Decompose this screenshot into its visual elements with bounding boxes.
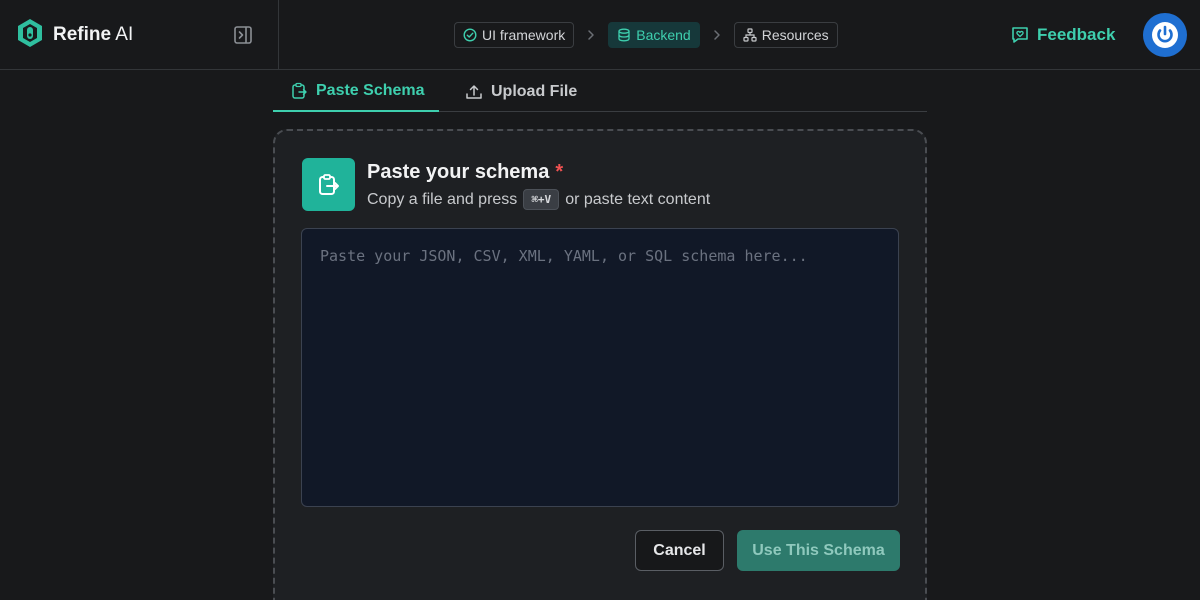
brand-name: Refine AI bbox=[53, 24, 134, 45]
sidebar-toggle-button[interactable] bbox=[232, 24, 254, 46]
avatar[interactable] bbox=[1143, 13, 1187, 57]
tab-label: Paste Schema bbox=[316, 82, 425, 99]
header-divider bbox=[278, 0, 279, 70]
power-icon bbox=[1152, 22, 1178, 48]
required-mark: * bbox=[555, 161, 564, 183]
schema-input[interactable] bbox=[301, 228, 899, 507]
tab-label: Upload File bbox=[491, 83, 578, 100]
cancel-button[interactable]: Cancel bbox=[635, 530, 724, 571]
use-schema-button[interactable]: Use This Schema bbox=[737, 530, 900, 571]
sitemap-icon bbox=[743, 28, 757, 42]
breadcrumb-label: UI framework bbox=[482, 27, 566, 43]
feedback-label: Feedback bbox=[1037, 25, 1116, 44]
breadcrumb-label: Resources bbox=[761, 27, 829, 43]
panel-title-text: Paste your schema bbox=[367, 161, 550, 183]
sidebar-toggle-icon bbox=[234, 26, 252, 44]
refine-logo-icon bbox=[16, 18, 44, 53]
subtitle-after: or paste text content bbox=[565, 190, 711, 208]
tab-paste-schema[interactable]: Paste Schema bbox=[273, 72, 439, 112]
panel-title: Paste your schema * bbox=[367, 161, 563, 184]
tab-upload-file[interactable]: Upload File bbox=[465, 72, 577, 112]
clipboard-icon bbox=[292, 82, 307, 99]
subtitle-before: Copy a file and press bbox=[367, 190, 518, 208]
brand[interactable]: Refine AI bbox=[16, 18, 134, 53]
chevron-right-icon bbox=[700, 29, 734, 41]
upload-icon bbox=[466, 85, 482, 99]
schema-source-tabs: Paste Schema Upload File bbox=[273, 72, 927, 112]
top-bar: Refine AI UI framework Backend Resources… bbox=[0, 0, 1200, 70]
feedback-button[interactable]: Feedback bbox=[1010, 23, 1115, 47]
breadcrumb-label: Backend bbox=[636, 27, 691, 43]
breadcrumb-resources[interactable]: Resources bbox=[733, 22, 838, 48]
breadcrumb-backend[interactable]: Backend bbox=[608, 22, 700, 48]
breadcrumb: UI framework Backend Resources bbox=[454, 22, 838, 48]
chevron-right-icon bbox=[574, 29, 608, 41]
panel-subtitle: Copy a file and press ⌘+V or paste text … bbox=[367, 189, 710, 210]
paste-shortcut-badge: ⌘+V bbox=[523, 189, 560, 210]
check-circle-icon bbox=[463, 28, 477, 42]
database-icon bbox=[618, 28, 630, 42]
breadcrumb-ui-framework[interactable]: UI framework bbox=[454, 22, 575, 48]
paste-schema-panel: Paste your schema * Copy a file and press… bbox=[273, 129, 927, 600]
message-heart-icon bbox=[1012, 27, 1028, 43]
clipboard-icon bbox=[302, 158, 355, 211]
